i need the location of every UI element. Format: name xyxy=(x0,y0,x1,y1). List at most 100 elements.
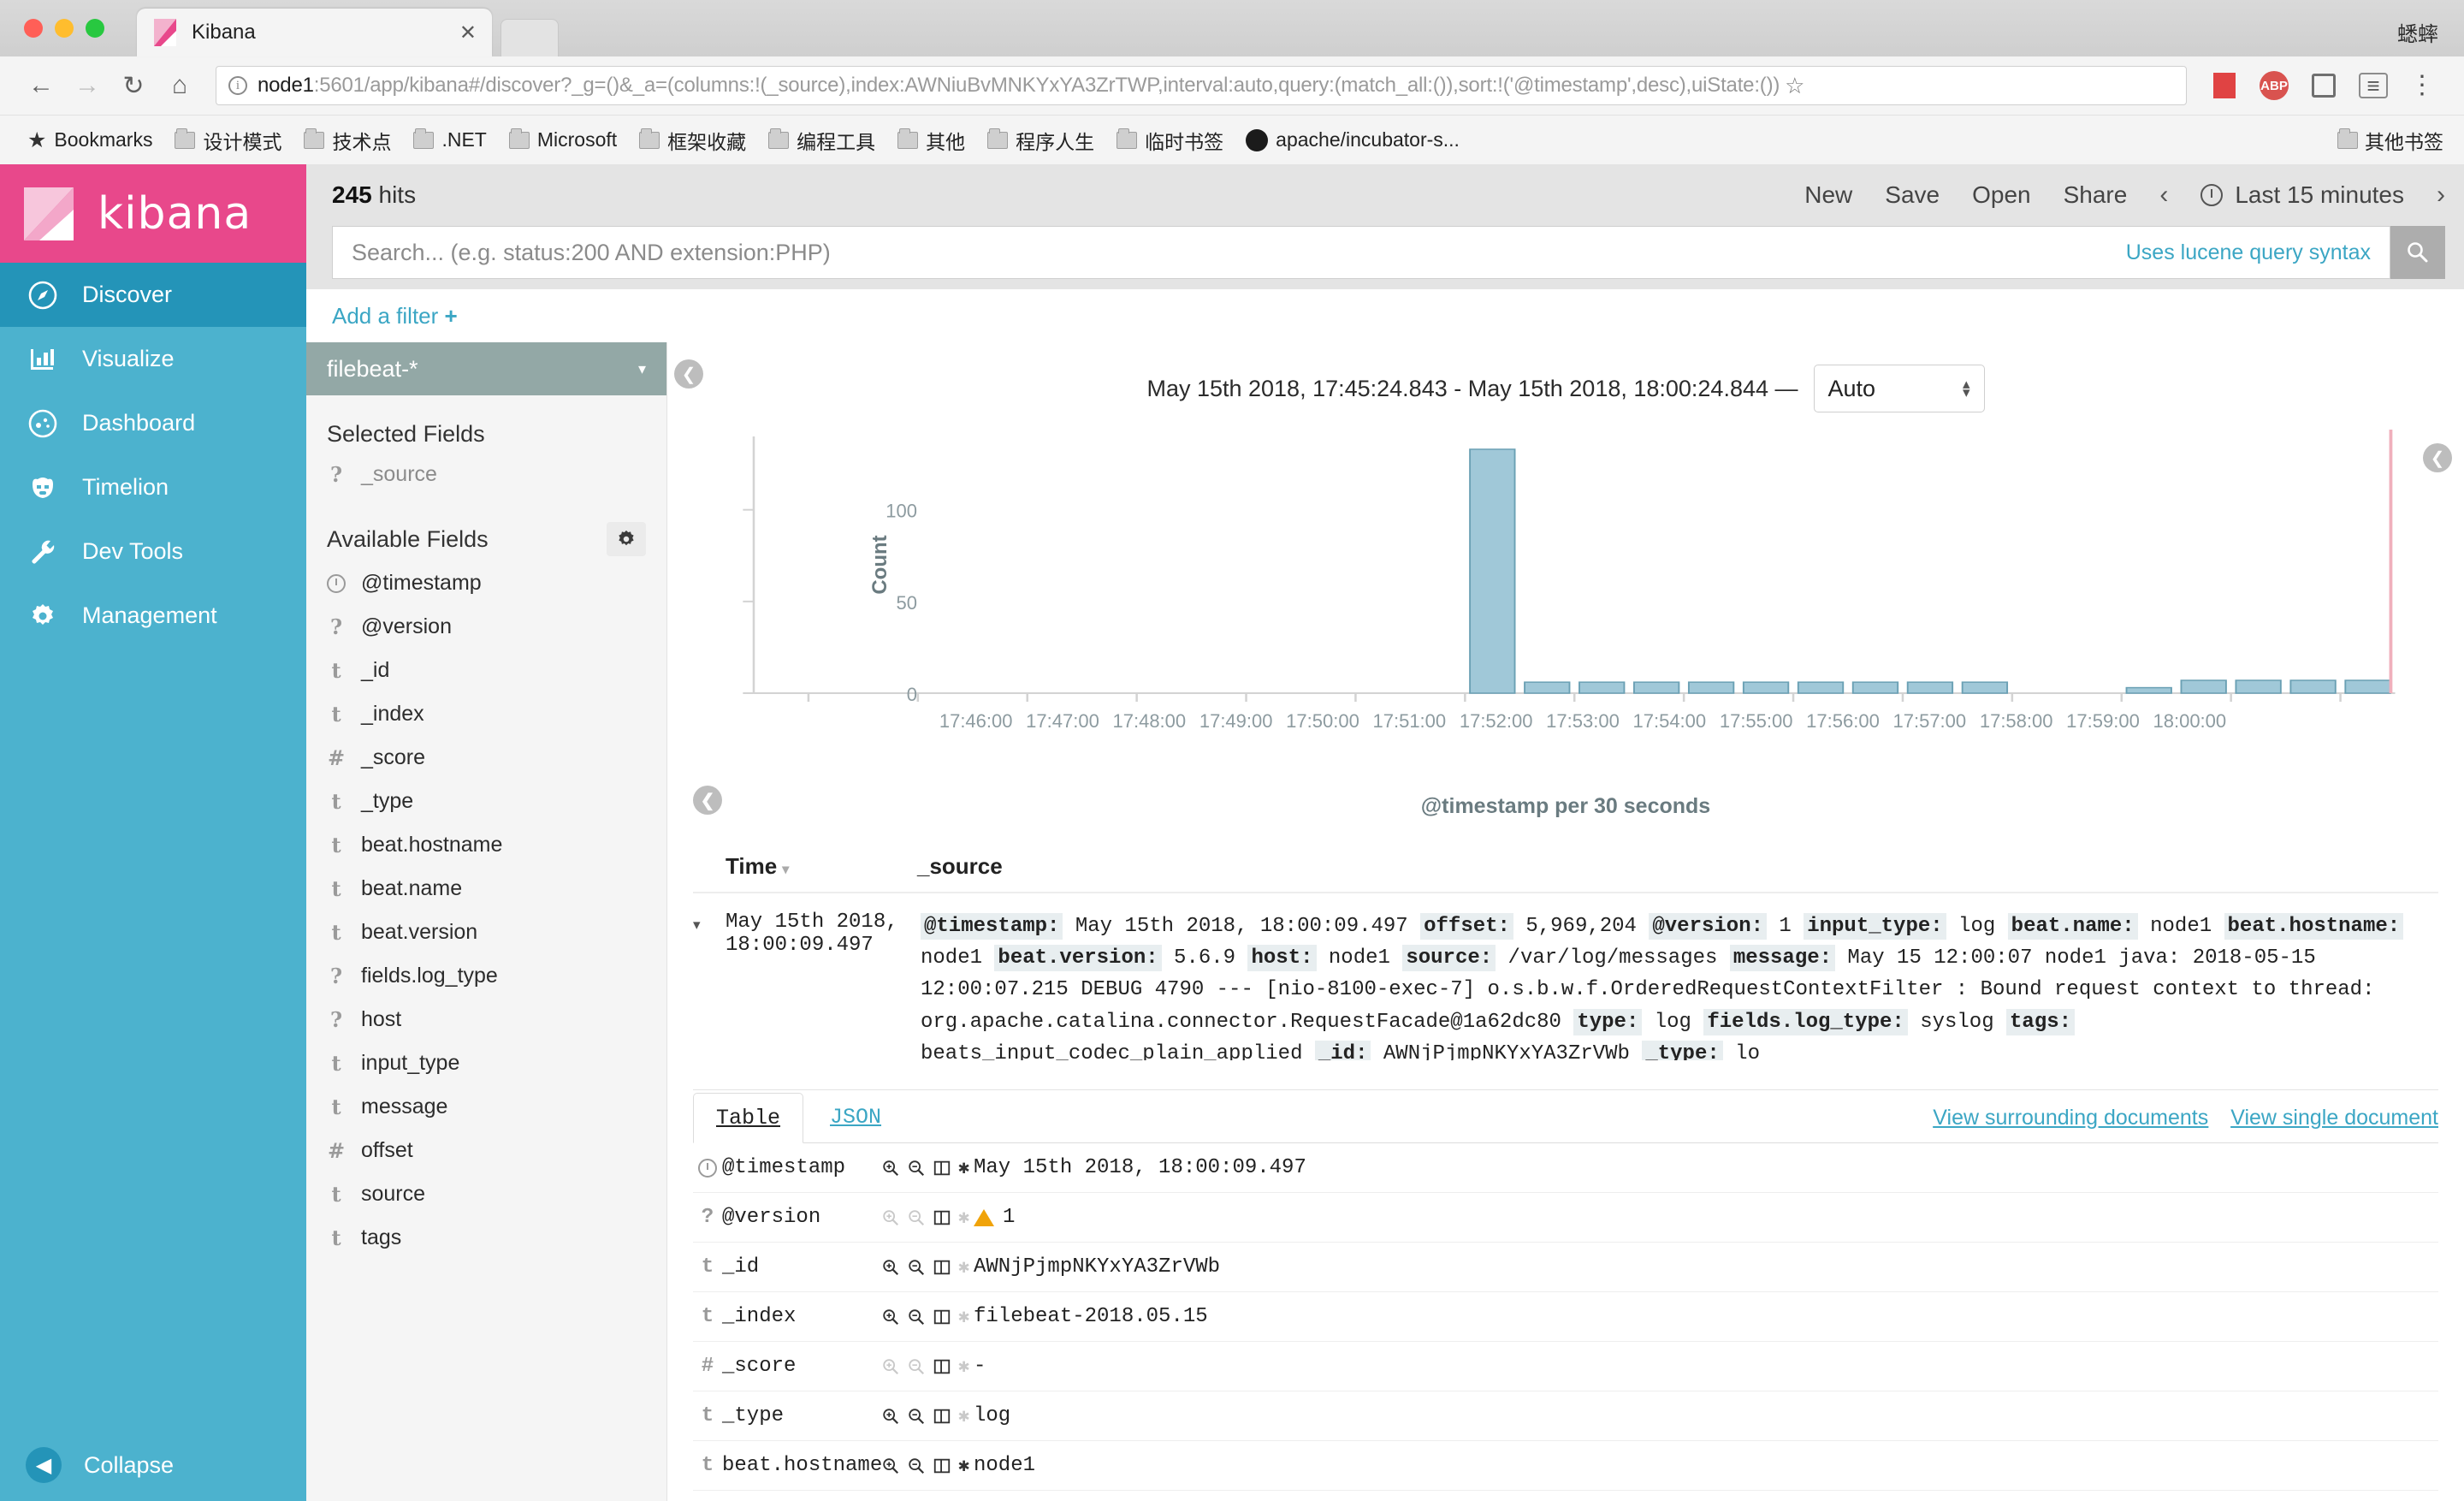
browser-menu-icon[interactable]: ⋮ xyxy=(2402,73,2442,98)
field-settings-button[interactable] xyxy=(607,522,646,556)
zoom-in-icon[interactable] xyxy=(881,1407,900,1426)
save-button[interactable]: Save xyxy=(1885,181,1940,209)
sidebar-item-management[interactable]: Management xyxy=(0,584,306,648)
field-item-source[interactable]: ? _source xyxy=(306,453,666,496)
field-item-index[interactable]: t _index xyxy=(306,692,666,736)
interval-select[interactable]: Auto ▴ ▾ xyxy=(1813,365,1985,412)
zoom-in-icon[interactable] xyxy=(881,1308,900,1326)
sidebar-item-dashboard[interactable]: Dashboard xyxy=(0,391,306,455)
view-surrounding-documents-link[interactable]: View surrounding documents xyxy=(1933,1106,2208,1130)
view-single-document-link[interactable]: View single document xyxy=(2230,1106,2438,1130)
forward-icon[interactable]: → xyxy=(68,67,106,104)
zoom-out-icon[interactable] xyxy=(907,1357,926,1376)
field-item-offset[interactable]: # offset xyxy=(306,1129,666,1172)
maximize-window-button[interactable] xyxy=(86,19,104,38)
back-icon[interactable]: ← xyxy=(22,67,60,104)
tab-json[interactable]: JSON xyxy=(807,1092,904,1142)
bookmark-item-3[interactable]: .NET xyxy=(405,124,495,156)
zoom-out-icon[interactable] xyxy=(907,1258,926,1277)
bookmark-item-2[interactable]: 技术点 xyxy=(295,122,400,159)
index-pattern-selector[interactable]: filebeat-* ▾ xyxy=(306,342,666,395)
zoom-out-icon[interactable] xyxy=(907,1208,926,1227)
field-item-host[interactable]: ? host xyxy=(306,998,666,1041)
field-item-timestamp[interactable]: @timestamp xyxy=(306,561,666,605)
detail-row-actions[interactable]: ✱ xyxy=(881,1356,974,1378)
time-prev-icon[interactable]: ‹ xyxy=(2159,181,2168,210)
field-item-beat-version[interactable]: t beat.version xyxy=(306,911,666,954)
bookmark-item-7[interactable]: 其他 xyxy=(889,122,974,159)
open-button[interactable]: Open xyxy=(1972,181,2031,209)
site-info-icon[interactable]: i xyxy=(228,76,247,95)
detail-row-actions[interactable]: ✱ xyxy=(881,1405,974,1427)
toggle-column-icon[interactable] xyxy=(933,1208,951,1227)
field-item-version[interactable]: ? @version xyxy=(306,605,666,649)
toggle-column-icon[interactable] xyxy=(933,1258,951,1277)
bookmark-star-icon[interactable]: ☆ xyxy=(1785,73,1804,99)
zoom-in-icon[interactable] xyxy=(881,1159,900,1178)
bookmark-item-1[interactable]: 设计模式 xyxy=(166,122,290,159)
sidebar-collapse-button[interactable]: ◀ Collapse xyxy=(0,1429,306,1501)
time-picker-button[interactable]: Last 15 minutes xyxy=(2200,181,2404,209)
flag-extension-icon[interactable] xyxy=(2209,70,2240,101)
bookmarks-overflow-button[interactable]: 其他书签 xyxy=(2337,126,2443,155)
zoom-out-icon[interactable] xyxy=(907,1308,926,1326)
collapse-chart-icon[interactable]: ❮ xyxy=(2423,443,2452,472)
close-window-button[interactable] xyxy=(24,19,43,38)
zoom-in-icon[interactable] xyxy=(881,1208,900,1227)
lucene-hint-link[interactable]: Uses lucene query syntax xyxy=(2112,240,2371,265)
add-filter-button[interactable]: Add a filter + xyxy=(332,303,458,329)
table-row[interactable]: ▾ May 15th 2018, 18:00:09.497 @timestamp… xyxy=(693,893,2438,1069)
bookmark-item-5[interactable]: 框架收藏 xyxy=(631,122,755,159)
field-item-message[interactable]: t message xyxy=(306,1085,666,1129)
zoom-out-icon[interactable] xyxy=(907,1159,926,1178)
new-button[interactable]: New xyxy=(1804,181,1852,209)
filter-exists-icon[interactable]: ✱ xyxy=(958,1256,969,1279)
home-icon[interactable]: ⌂ xyxy=(161,67,198,104)
field-item-tags[interactable]: t tags xyxy=(306,1216,666,1260)
zoom-in-icon[interactable] xyxy=(881,1357,900,1376)
detail-row-actions[interactable]: ✱ xyxy=(881,1256,974,1279)
detail-row-actions[interactable]: ✱ xyxy=(881,1306,974,1328)
toggle-column-icon[interactable] xyxy=(933,1159,951,1178)
search-button[interactable] xyxy=(2390,226,2445,279)
url-bar[interactable]: i node1:5601/app/kibana#/discover?_g=()&… xyxy=(216,66,2187,105)
filter-exists-icon[interactable]: ✱ xyxy=(958,1207,969,1229)
filter-exists-icon[interactable]: ✱ xyxy=(958,1405,969,1427)
sidebar-item-timelion[interactable]: Timelion xyxy=(0,455,306,519)
zoom-in-icon[interactable] xyxy=(881,1258,900,1277)
filter-exists-icon[interactable]: ✱ xyxy=(958,1356,969,1378)
kibana-logo[interactable]: kibana xyxy=(0,164,306,263)
expand-row-icon[interactable]: ▾ xyxy=(693,911,726,934)
new-tab-button[interactable] xyxy=(500,19,559,56)
sidebar-item-visualize[interactable]: Visualize xyxy=(0,327,306,391)
time-next-icon[interactable]: › xyxy=(2437,181,2445,210)
field-item-beat-name[interactable]: t beat.name xyxy=(306,867,666,911)
filter-exists-icon[interactable]: ✱ xyxy=(958,1306,969,1328)
field-item-id[interactable]: t _id xyxy=(306,649,666,692)
detail-row-actions[interactable]: ✱ xyxy=(881,1157,974,1179)
detail-row-actions[interactable]: ✱ xyxy=(881,1455,974,1477)
field-item-type[interactable]: t _type xyxy=(306,780,666,823)
minimize-window-button[interactable] xyxy=(55,19,74,38)
field-item-input-type[interactable]: t input_type xyxy=(306,1041,666,1085)
collapse-sidebar-icon[interactable]: ❮ xyxy=(674,359,703,389)
filter-exists-icon[interactable]: ✱ xyxy=(958,1157,969,1179)
bookmark-item-0[interactable]: ★ Bookmarks xyxy=(19,123,161,157)
toggle-column-icon[interactable] xyxy=(933,1407,951,1426)
column-header-time[interactable]: Time ▾ xyxy=(693,853,917,880)
bookmark-item-8[interactable]: 程序人生 xyxy=(979,122,1103,159)
browser-tab-kibana[interactable]: Kibana ✕ xyxy=(137,9,492,56)
sidebar-item-dev-tools[interactable]: Dev Tools xyxy=(0,519,306,584)
adblock-extension-icon[interactable]: ABP xyxy=(2259,70,2289,101)
field-item-score[interactable]: # _score xyxy=(306,736,666,780)
toggle-column-icon[interactable] xyxy=(933,1457,951,1475)
sidebar-item-discover[interactable]: Discover xyxy=(0,263,306,327)
collapse-chart-bottom-icon[interactable]: ❮ xyxy=(693,786,722,815)
reload-icon[interactable]: ↻ xyxy=(115,67,152,104)
toggle-column-icon[interactable] xyxy=(933,1308,951,1326)
column-header-source[interactable]: _source xyxy=(917,853,1003,880)
field-item-fields-log-type[interactable]: ? fields.log_type xyxy=(306,954,666,998)
histogram-chart[interactable]: ❮ 0 50 100 17:46:00 17:47:00 17:48:00 17:49:00… xyxy=(667,421,2464,780)
field-item-beat-hostname[interactable]: t beat.hostname xyxy=(306,823,666,867)
filter-exists-icon[interactable]: ✱ xyxy=(958,1455,969,1477)
